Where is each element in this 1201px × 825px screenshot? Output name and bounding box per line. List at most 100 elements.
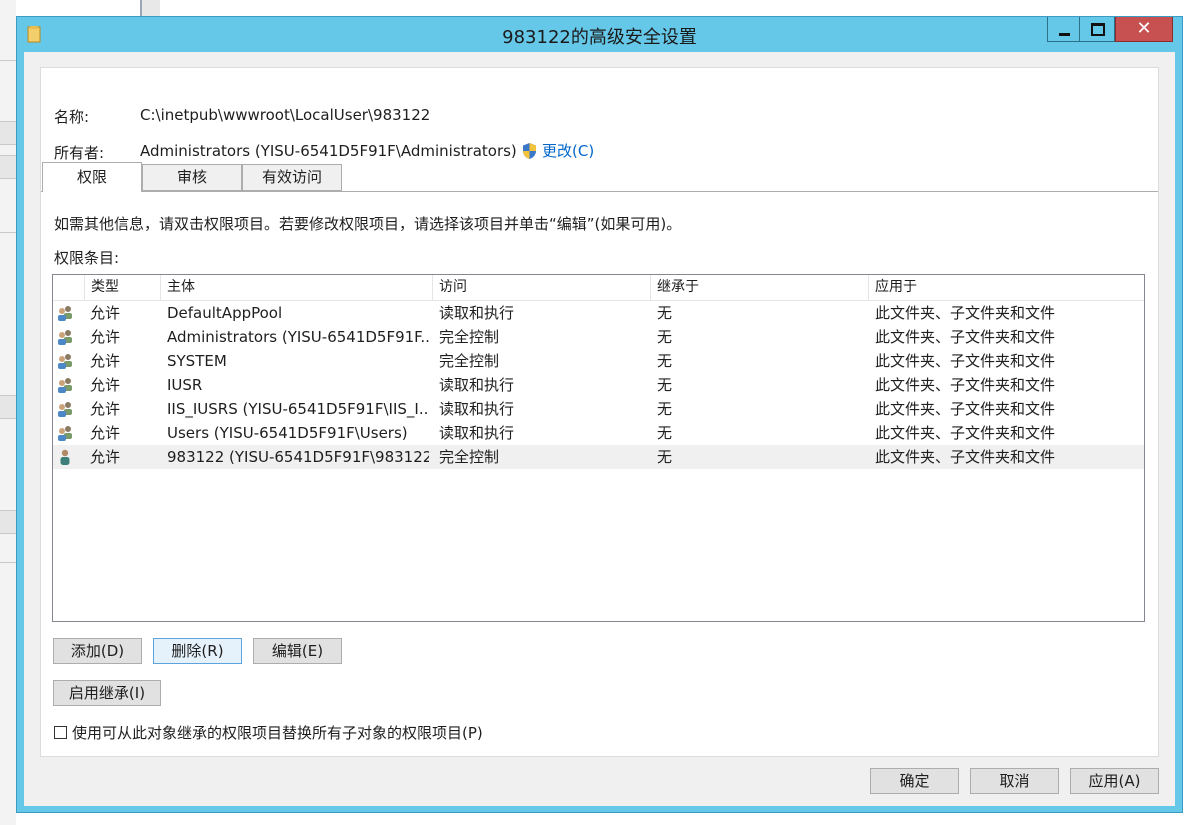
cell-type: 允许 — [90, 352, 121, 370]
cell-access: 完全控制 — [439, 448, 500, 466]
cell-principal: SYSTEM — [167, 352, 227, 370]
cell-access: 读取和执行 — [439, 376, 515, 394]
user-group-icon — [58, 306, 72, 321]
info-text: 如需其他信息，请双击权限项目。若要修改权限项目，请选择该项目并单击“编辑”(如果… — [54, 215, 682, 233]
table-row[interactable]: 允许 Users (YISU-6541D5F91F\Users) 读取和执行 无… — [53, 421, 1144, 445]
owner-value: Administrators (YISU-6541D5F91F\Administ… — [140, 142, 517, 160]
table-row[interactable]: 允许 DefaultAppPool 读取和执行 无 此文件夹、子文件夹和文件 — [53, 301, 1144, 325]
table-row-selected[interactable]: 允许 983122 (YISU-6541D5F91F\983122) 完全控制 … — [53, 445, 1144, 469]
cell-principal: IUSR — [167, 376, 203, 394]
cell-principal: IIS_IUSRS (YISU-6541D5F91F\IIS_I... — [167, 400, 429, 418]
tab-auditing[interactable]: 审核 — [142, 164, 242, 191]
cell-inherited-from: 无 — [657, 400, 673, 418]
background-divider — [0, 562, 16, 563]
cell-type: 允许 — [90, 400, 121, 418]
column-header-icon — [53, 275, 85, 300]
cell-type: 允许 — [90, 448, 121, 466]
uac-shield-icon — [523, 142, 536, 159]
name-value: C:\inetpub\wwwroot\LocalUser\983122 — [140, 106, 431, 124]
replace-child-permissions-option[interactable]: 使用可从此对象继承的权限项目替换所有子对象的权限项目(P) — [54, 722, 483, 743]
background-button — [0, 121, 16, 145]
owner-label: 所有者: — [54, 144, 105, 162]
cell-access: 完全控制 — [439, 352, 500, 370]
user-icon — [60, 449, 70, 465]
cell-inherited-from: 无 — [657, 328, 673, 346]
cell-applies-to: 此文件夹、子文件夹和文件 — [875, 376, 1056, 394]
table-row[interactable]: 允许 IUSR 读取和执行 无 此文件夹、子文件夹和文件 — [53, 373, 1144, 397]
cell-principal: 983122 (YISU-6541D5F91F\983122) — [167, 448, 429, 466]
cell-applies-to: 此文件夹、子文件夹和文件 — [875, 304, 1056, 322]
replace-child-permissions-label: 使用可从此对象继承的权限项目替换所有子对象的权限项目(P) — [72, 724, 483, 742]
name-label: 名称: — [54, 108, 90, 126]
add-button[interactable]: 添加(D) — [53, 638, 142, 664]
tab-strip: 权限 审核 有效访问 — [41, 162, 1158, 192]
table-row[interactable]: 允许 Administrators (YISU-6541D5F91F... 完全… — [53, 325, 1144, 349]
column-header-principal[interactable]: 主体 — [161, 275, 433, 300]
cell-applies-to: 此文件夹、子文件夹和文件 — [875, 448, 1056, 466]
cell-type: 允许 — [90, 328, 121, 346]
close-icon: ✕ — [1136, 18, 1152, 39]
cell-access: 读取和执行 — [439, 424, 515, 442]
tab-effective-access[interactable]: 有效访问 — [242, 164, 342, 191]
user-group-icon — [58, 402, 72, 417]
enable-inheritance-button[interactable]: 启用继承(I) — [53, 680, 161, 706]
cell-applies-to: 此文件夹、子文件夹和文件 — [875, 352, 1056, 370]
cell-inherited-from: 无 — [657, 424, 673, 442]
maximize-button[interactable] — [1080, 17, 1115, 42]
column-header-access[interactable]: 访问 — [433, 275, 651, 300]
background-divider — [0, 232, 16, 233]
table-row[interactable]: 允许 IIS_IUSRS (YISU-6541D5F91F\IIS_I... 读… — [53, 397, 1144, 421]
cell-access: 读取和执行 — [439, 304, 515, 322]
cell-applies-to: 此文件夹、子文件夹和文件 — [875, 328, 1056, 346]
replace-child-permissions-checkbox[interactable] — [54, 726, 67, 739]
background-button — [0, 155, 16, 179]
user-group-icon — [58, 426, 72, 441]
background-button — [0, 395, 16, 419]
background-scrollbar — [140, 0, 160, 16]
advanced-security-settings-window: 983122的高级安全设置 ✕ 名称: C:\inetpub\wwwroot\L… — [16, 16, 1183, 813]
user-group-icon — [58, 354, 72, 369]
ok-button[interactable]: 确定 — [870, 768, 959, 794]
change-owner-label: 更改(C) — [542, 142, 595, 160]
table-row[interactable]: 允许 SYSTEM 完全控制 无 此文件夹、子文件夹和文件 — [53, 349, 1144, 373]
minimize-icon — [1059, 33, 1070, 36]
background-divider — [0, 60, 16, 61]
column-header-applies-to[interactable]: 应用于 — [869, 275, 1144, 300]
permission-entries-label: 权限条目: — [54, 249, 120, 267]
window-title: 983122的高级安全设置 — [502, 27, 697, 48]
edit-button[interactable]: 编辑(E) — [253, 638, 342, 664]
settings-panel: 名称: C:\inetpub\wwwroot\LocalUser\983122 … — [40, 67, 1159, 757]
title-bar[interactable]: 983122的高级安全设置 ✕ — [17, 17, 1182, 51]
user-group-icon — [58, 330, 72, 345]
cell-principal: Administrators (YISU-6541D5F91F... — [167, 328, 429, 346]
change-owner-link[interactable]: 更改(C) — [521, 140, 594, 161]
background-button — [0, 510, 16, 534]
cancel-button[interactable]: 取消 — [970, 768, 1059, 794]
dialog-client: 名称: C:\inetpub\wwwroot\LocalUser\983122 … — [24, 52, 1175, 806]
cell-inherited-from: 无 — [657, 352, 673, 370]
cell-inherited-from: 无 — [657, 376, 673, 394]
remove-button[interactable]: 删除(R) — [153, 638, 242, 664]
permission-entries-list[interactable]: 类型 主体 访问 继承于 应用于 允许 DefaultAppPool 读取和执行… — [52, 274, 1145, 622]
list-header: 类型 主体 访问 继承于 应用于 — [53, 275, 1144, 301]
maximize-icon — [1091, 23, 1105, 36]
cell-applies-to: 此文件夹、子文件夹和文件 — [875, 424, 1056, 442]
user-group-icon — [58, 378, 72, 393]
cell-inherited-from: 无 — [657, 304, 673, 322]
minimize-button[interactable] — [1047, 17, 1080, 42]
cell-principal: DefaultAppPool — [167, 304, 283, 322]
cell-type: 允许 — [90, 376, 121, 394]
tab-permissions[interactable]: 权限 — [42, 162, 142, 192]
apply-button[interactable]: 应用(A) — [1070, 768, 1159, 794]
cell-principal: Users (YISU-6541D5F91F\Users) — [167, 424, 408, 442]
column-header-inherited-from[interactable]: 继承于 — [651, 275, 869, 300]
cell-access: 读取和执行 — [439, 400, 515, 418]
cell-applies-to: 此文件夹、子文件夹和文件 — [875, 400, 1056, 418]
close-button[interactable]: ✕ — [1115, 17, 1173, 42]
column-header-type[interactable]: 类型 — [85, 275, 161, 300]
cell-access: 完全控制 — [439, 328, 500, 346]
cell-type: 允许 — [90, 424, 121, 442]
tab-divider — [41, 191, 1158, 192]
cell-type: 允许 — [90, 304, 121, 322]
cell-inherited-from: 无 — [657, 448, 673, 466]
